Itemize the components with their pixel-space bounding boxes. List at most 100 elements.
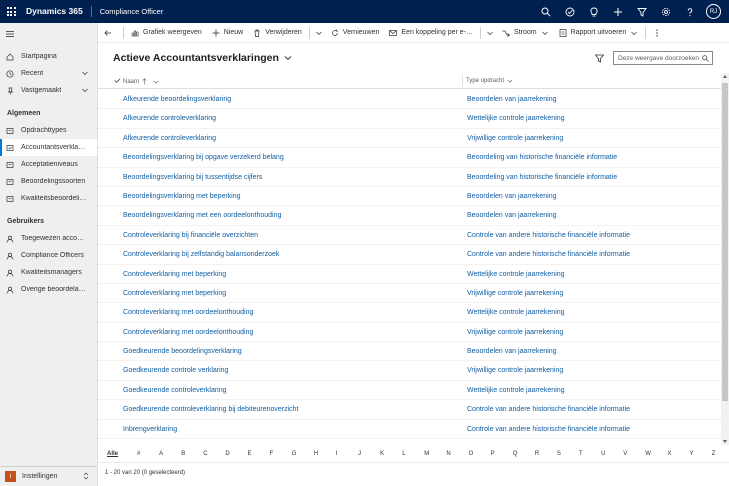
settings-icon[interactable] xyxy=(654,0,678,23)
email-link-dropdown[interactable] xyxy=(483,23,497,43)
table-row[interactable]: Inbrengverklaring Controle van andere his… xyxy=(98,420,721,440)
table-row[interactable]: Controleverklaring met oordeelonthouding… xyxy=(98,323,721,343)
cell-naam-link[interactable]: Controleverklaring met beperking xyxy=(123,290,226,297)
sidebar-item-opdrachttypes[interactable]: Opdrachttypes xyxy=(0,122,97,139)
sidebar-item-recent[interactable]: Recent xyxy=(0,65,97,82)
alphabet-filter-letter[interactable]: C xyxy=(203,451,207,457)
alphabet-filter-letter[interactable]: # xyxy=(137,451,140,457)
cell-type-opdracht-link[interactable]: Beoordelen van jaarrekening xyxy=(467,193,557,200)
cell-naam-link[interactable]: Beoordelingsverklaring met een oordeelon… xyxy=(123,212,281,219)
scrollbar-thumb[interactable] xyxy=(722,83,728,401)
sidebar-item-pinned[interactable]: Vastgemaakt xyxy=(0,82,97,99)
alphabet-filter-letter[interactable]: P xyxy=(491,451,495,457)
alphabet-filter-letter[interactable]: W xyxy=(645,451,651,457)
cell-type-opdracht-link[interactable]: Controle van andere historische financië… xyxy=(467,426,630,433)
cell-naam-link[interactable]: Beoordelingsverklaring bij opgave verzek… xyxy=(123,154,284,161)
new-button[interactable]: Nieuw xyxy=(207,23,248,43)
alphabet-filter-letter[interactable]: X xyxy=(667,451,671,457)
alphabet-filter-letter[interactable]: I xyxy=(336,451,338,457)
flow-button[interactable]: Stroom xyxy=(497,23,554,43)
refresh-button[interactable]: Vernieuwen xyxy=(326,23,385,43)
filter-icon[interactable] xyxy=(595,54,604,63)
alphabet-filter-letter[interactable]: J xyxy=(358,451,361,457)
run-report-button[interactable]: Rapport uitvoeren xyxy=(554,23,644,43)
sidebar-item-accountantsverklaringen[interactable]: Accountantsverklarin… xyxy=(0,139,97,156)
sidebar-item-compliance-officers[interactable]: Compliance Officers xyxy=(0,247,97,264)
table-row[interactable]: Beoordelingsverklaring met beperking Beoo… xyxy=(98,187,721,207)
alphabet-filter-letter[interactable]: Q xyxy=(513,451,518,457)
cell-naam-link[interactable]: Controleverklaring met beperking xyxy=(123,271,226,278)
alphabet-filter-letter[interactable]: S xyxy=(557,451,561,457)
delete-button[interactable]: Verwijderen xyxy=(248,23,307,43)
table-row[interactable]: Controleverklaring met oordeelonthouding… xyxy=(98,303,721,323)
cell-naam-link[interactable]: Afkeurende beoordelingsverklaring xyxy=(123,96,231,103)
cell-naam-link[interactable]: Goedkeurende controle verklaring xyxy=(123,367,228,374)
table-row[interactable]: Goedkeurende controleverklaring bij debi… xyxy=(98,400,721,420)
help-icon[interactable] xyxy=(678,0,702,23)
alphabet-filter-letter[interactable]: K xyxy=(380,451,384,457)
alphabet-filter-letter[interactable]: O xyxy=(469,451,474,457)
vertical-scrollbar[interactable] xyxy=(721,73,729,445)
cell-type-opdracht-link[interactable]: Vrijwillige controle jaarrekening xyxy=(467,329,563,336)
cell-type-opdracht-link[interactable]: Beoordeling van historische financiële i… xyxy=(467,174,617,181)
table-row[interactable]: Goedkeurende beoordelingsverklaring Beoor… xyxy=(98,342,721,362)
cell-naam-link[interactable]: Beoordelingsverklaring met beperking xyxy=(123,193,241,200)
delete-dropdown[interactable] xyxy=(312,23,326,43)
hamburger-icon[interactable] xyxy=(6,30,14,38)
table-row[interactable]: Goedkeurende controleverklaring Wettelijk… xyxy=(98,381,721,401)
cell-type-opdracht-link[interactable]: Vrijwillige controle jaarrekening xyxy=(467,367,563,374)
cell-naam-link[interactable]: Goedkeurende beoordelingsverklaring xyxy=(123,348,242,355)
chevron-down-icon[interactable] xyxy=(81,69,89,77)
table-row[interactable]: Beoordelingsverklaring met een oordeelon… xyxy=(98,206,721,226)
cell-type-opdracht-link[interactable]: Controle van andere historische financië… xyxy=(467,406,630,413)
alphabet-filter-letter[interactable]: L xyxy=(402,451,405,457)
alphabet-filter-letter[interactable]: F xyxy=(270,451,274,457)
sidebar-item-beoordelingssoorten[interactable]: Beoordelingssoorten xyxy=(0,173,97,190)
cell-naam-link[interactable]: Goedkeurende controleverklaring bij debi… xyxy=(123,406,299,413)
table-row[interactable]: Controleverklaring bij financiële overzi… xyxy=(98,226,721,246)
cell-type-opdracht-link[interactable]: Vrijwillige controle jaarrekening xyxy=(467,135,563,142)
cell-type-opdracht-link[interactable]: Vrijwillige controle jaarrekening xyxy=(467,290,563,297)
cell-naam-link[interactable]: Controleverklaring met oordeelonthouding xyxy=(123,329,253,336)
column-divider[interactable] xyxy=(462,75,463,87)
table-row[interactable]: Controleverklaring met beperking Vrijwill… xyxy=(98,284,721,304)
cell-naam-link[interactable]: Beoordelingsverklaring bij tussentijdse … xyxy=(123,174,262,181)
sidebar-item-toegewezen-accountants[interactable]: Toegewezen account… xyxy=(0,230,97,247)
alphabet-filter-letter[interactable]: R xyxy=(535,451,539,457)
alphabet-filter-letter[interactable]: G xyxy=(292,451,297,457)
alphabet-filter-letter[interactable]: H xyxy=(314,451,318,457)
area-switcher[interactable]: I Instellingen xyxy=(0,466,97,486)
cell-type-opdracht-link[interactable]: Controle van andere historische financië… xyxy=(467,251,630,258)
search-icon[interactable] xyxy=(534,0,558,23)
cell-naam-link[interactable]: Controleverklaring met oordeelonthouding xyxy=(123,309,253,316)
cell-type-opdracht-link[interactable]: Beoordelen van jaarrekening xyxy=(467,96,557,103)
alphabet-filter-letter[interactable]: D xyxy=(225,451,229,457)
cell-naam-link[interactable]: Inbrengverklaring xyxy=(123,426,177,433)
brand-title[interactable]: Dynamics 365 xyxy=(26,6,92,17)
table-row[interactable]: Afkeurende controleverklaring Vrijwillige… xyxy=(98,129,721,149)
more-commands-button[interactable] xyxy=(648,23,666,43)
cell-type-opdracht-link[interactable]: Wettelijke controle jaarrekening xyxy=(467,271,565,278)
cell-type-opdracht-link[interactable]: Wettelijke controle jaarrekening xyxy=(467,115,565,122)
cell-naam-link[interactable]: Afkeurende controleverklaring xyxy=(123,115,216,122)
show-chart-button[interactable]: Grafiek weergeven xyxy=(126,23,207,43)
alphabet-filter-letter[interactable]: M xyxy=(424,451,429,457)
select-all-checkbox[interactable] xyxy=(114,77,121,84)
sidebar-item-overige-beoordelaars[interactable]: Overige beoordelaars xyxy=(0,281,97,298)
cell-naam-link[interactable]: Controleverklaring bij zelfstandig balan… xyxy=(123,251,279,258)
app-launcher-icon[interactable] xyxy=(0,0,22,23)
table-row[interactable]: Controleverklaring bij zelfstandig balan… xyxy=(98,245,721,265)
filter-icon[interactable] xyxy=(630,0,654,23)
alphabet-filter-letter[interactable]: Y xyxy=(690,451,694,457)
email-link-button[interactable]: Een koppeling per e-… xyxy=(384,23,478,43)
alphabet-filter-all[interactable]: Alle xyxy=(107,451,118,457)
alphabet-filter-letter[interactable]: V xyxy=(623,451,627,457)
back-button[interactable] xyxy=(98,23,121,43)
search-icon[interactable] xyxy=(702,54,709,62)
user-avatar[interactable]: RJ xyxy=(706,4,721,19)
table-row[interactable]: Afkeurende beoordelingsverklaring Beoorde… xyxy=(98,90,721,110)
lightbulb-icon[interactable] xyxy=(582,0,606,23)
cell-naam-link[interactable]: Goedkeurende controleverklaring xyxy=(123,387,227,394)
sidebar-item-home[interactable]: Startpagina xyxy=(0,48,97,65)
alphabet-filter-letter[interactable]: B xyxy=(181,451,185,457)
